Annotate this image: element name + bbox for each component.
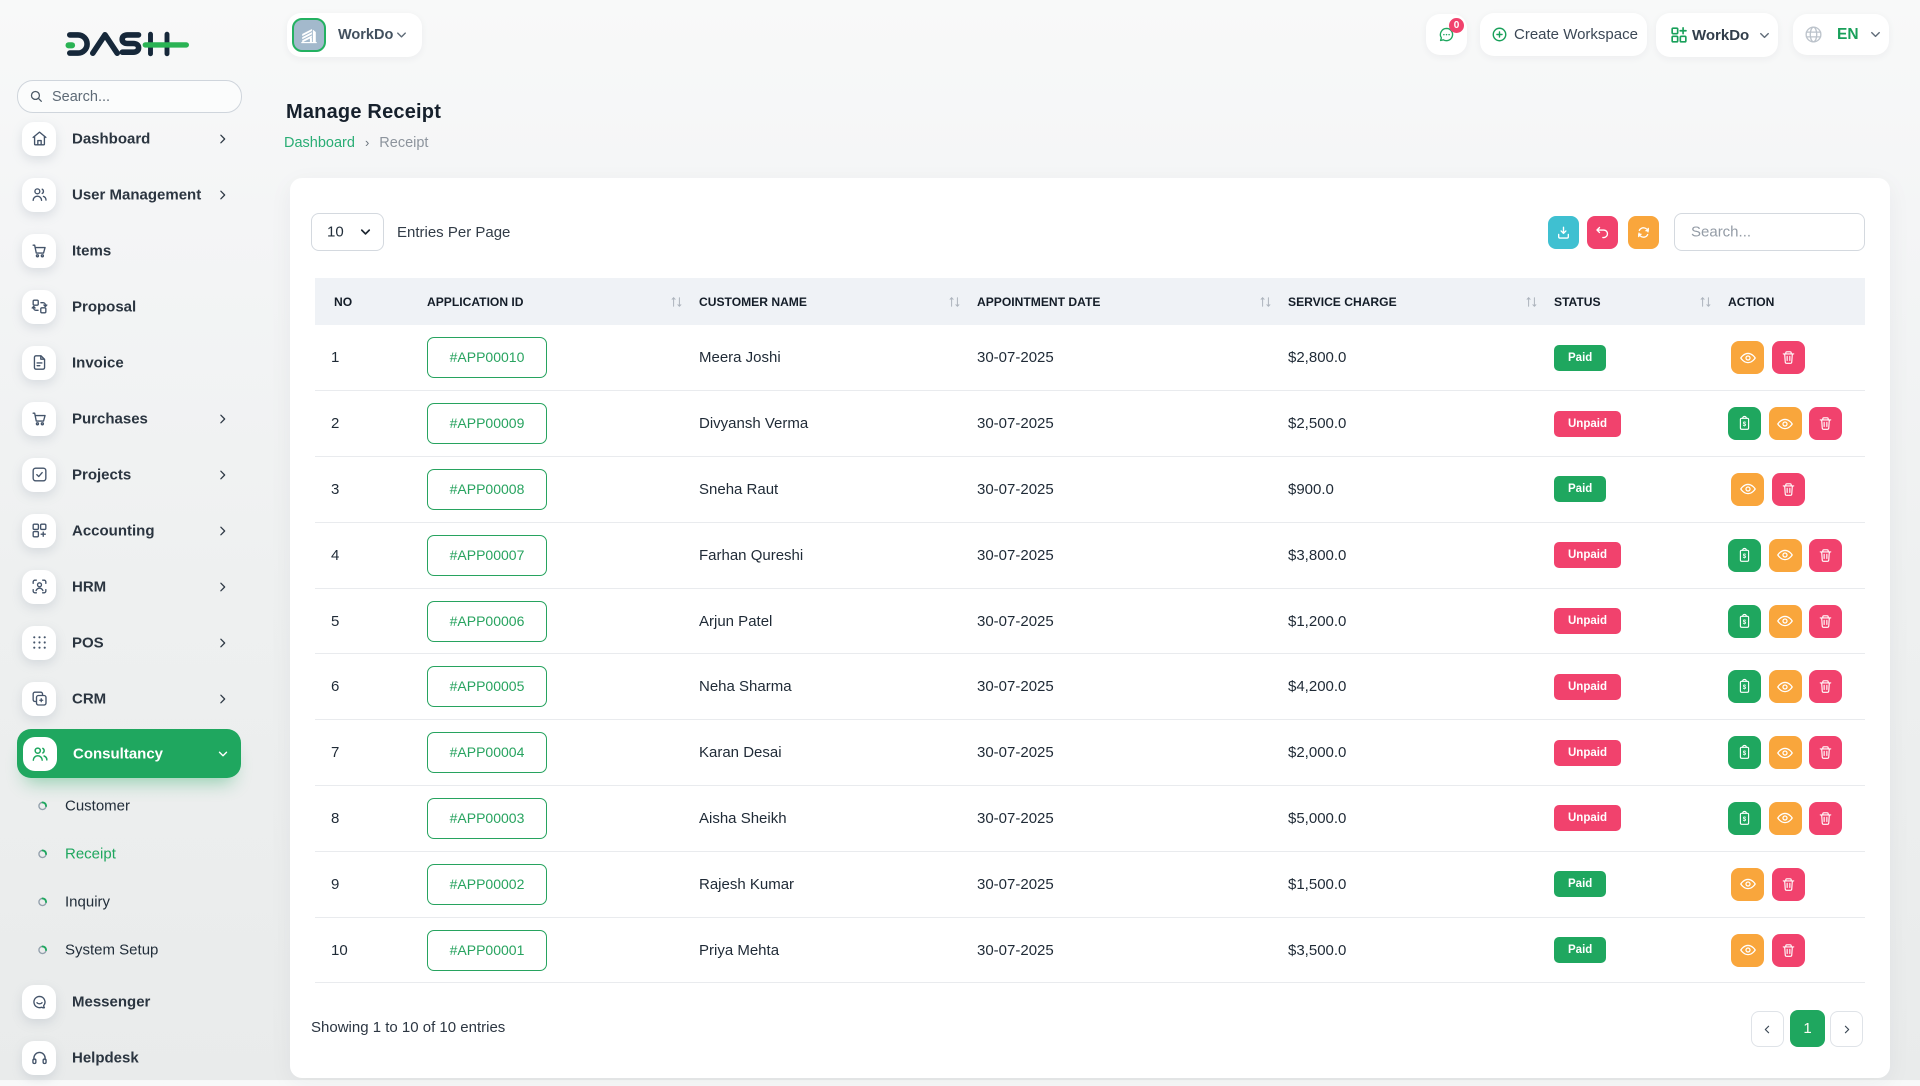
svg-text:$: $ (1743, 553, 1747, 560)
svg-text:$: $ (1743, 750, 1747, 757)
svg-text:$: $ (1743, 684, 1747, 691)
svg-text:$: $ (1743, 619, 1747, 626)
svg-text:$: $ (1743, 816, 1747, 823)
svg-text:$: $ (1743, 421, 1747, 428)
